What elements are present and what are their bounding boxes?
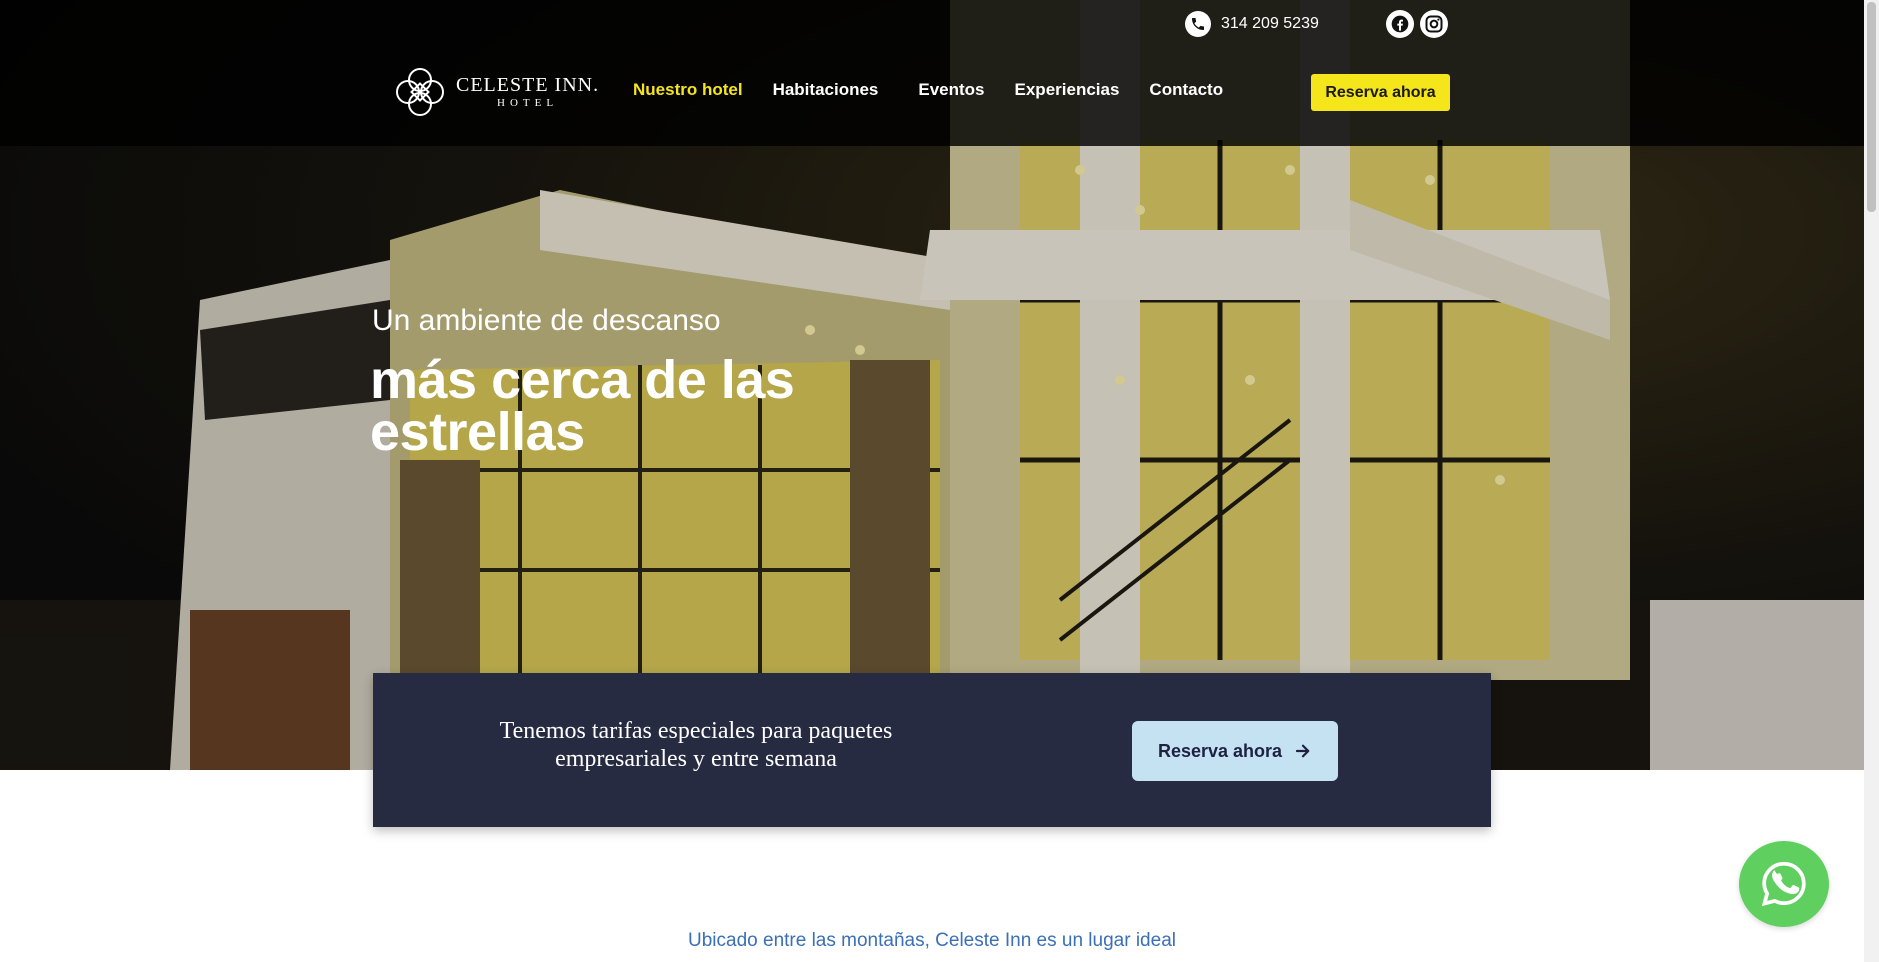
main-navigation: Nuestro hotel Habitaciones Eventos Exper… [633, 80, 1223, 100]
nav-item-habitaciones[interactable]: Habitaciones [773, 80, 889, 100]
phone-icon [1185, 11, 1211, 37]
whatsapp-button[interactable] [1739, 841, 1829, 927]
reserve-now-promo-button[interactable]: Reserva ahora [1132, 721, 1338, 781]
promo-banner: Tenemos tarifas especiales para paquetes… [373, 673, 1491, 827]
promo-button-label: Reserva ahora [1157, 740, 1283, 761]
phone-number: 314 209 5239 [1221, 15, 1319, 32]
nav-item-eventos[interactable]: Eventos [918, 80, 984, 100]
page-scrollbar[interactable] [1864, 0, 1879, 962]
promo-text: Tenemos tarifas especiales para paquetes… [499, 718, 893, 772]
hero-title: más cerca de las estrellas [370, 350, 795, 462]
logo-subtitle: HOTEL [497, 97, 559, 109]
nav-item-nuestro-hotel[interactable]: Nuestro hotel [633, 80, 743, 100]
reserve-now-header-button[interactable]: Reserva ahora [1311, 74, 1450, 111]
nav-item-label: Habitaciones [772, 80, 879, 99]
facebook-icon[interactable] [1386, 10, 1414, 38]
logo-emblem-icon [396, 68, 444, 116]
arrow-right-icon [1295, 744, 1310, 758]
intro-heading: Ubicado entre las montañas, Celeste Inn … [688, 930, 1176, 951]
logo-name: CELESTE INN. [456, 74, 600, 96]
social-links [1386, 10, 1448, 38]
hero-subtitle: Un ambiente de descanso [372, 304, 721, 337]
instagram-icon[interactable] [1420, 10, 1448, 38]
whatsapp-icon [1761, 861, 1806, 907]
site-header [0, 0, 1864, 146]
nav-item-experiencias[interactable]: Experiencias [1015, 80, 1120, 100]
site-logo[interactable]: CELESTE INN. HOTEL [392, 64, 599, 120]
scrollbar-thumb[interactable] [1867, 2, 1876, 212]
contact-phone[interactable]: 314 209 5239 [1185, 10, 1319, 38]
nav-item-contacto[interactable]: Contacto [1149, 80, 1223, 100]
